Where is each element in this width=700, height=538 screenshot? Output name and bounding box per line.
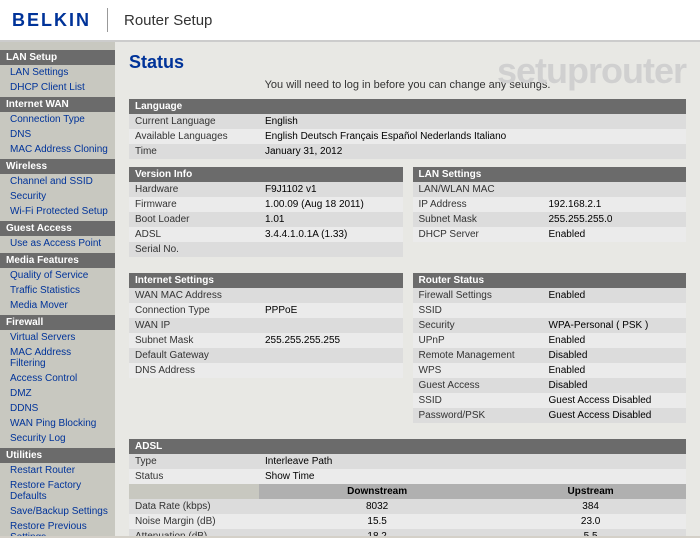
table-row: UPnPEnabled: [413, 333, 687, 348]
brand-logo: BELKIN: [12, 10, 91, 31]
header-divider: [107, 8, 108, 32]
table-row: Subnet Mask255.255.255.0: [413, 212, 687, 227]
section-table: Internet SettingsWAN MAC AddressConnecti…: [129, 273, 403, 378]
sidebar-item[interactable]: Security: [0, 189, 115, 204]
sidebar-section-header: Utilities: [0, 448, 115, 463]
table-row: SecurityWPA-Personal ( PSK ): [413, 318, 687, 333]
sidebar-item[interactable]: DDNS: [0, 401, 115, 416]
sidebar-section-header: Firewall: [0, 315, 115, 330]
header: BELKIN Router Setup: [0, 0, 700, 42]
sidebar-section-header: Internet WAN: [0, 97, 115, 112]
sidebar-item[interactable]: DMZ: [0, 386, 115, 401]
sidebar-item[interactable]: Media Mover: [0, 298, 115, 313]
table-row: TimeJanuary 31, 2012: [129, 144, 686, 159]
version-div: Version InfoHardwareF9J1102 v1Firmware1.…: [129, 167, 403, 265]
login-notice: You will need to log in before you can c…: [129, 79, 686, 91]
table-row: Boot Loader1.01: [129, 212, 403, 227]
table-row: DNS Address: [129, 363, 403, 378]
table-row: Firewall SettingsEnabled: [413, 288, 687, 303]
internet-router-row: Internet SettingsWAN MAC AddressConnecti…: [129, 273, 686, 431]
page-title: Router Setup: [124, 12, 212, 29]
table-row: Attenuation (dB) 18.2 5.5: [129, 529, 686, 536]
sidebar-item[interactable]: Restart Router: [0, 463, 115, 478]
table-row: DHCP ServerEnabled: [413, 227, 687, 242]
table-row: HardwareF9J1102 v1: [129, 182, 403, 197]
sidebar-item[interactable]: Traffic Statistics: [0, 283, 115, 298]
sidebar-item[interactable]: Wi-Fi Protected Setup: [0, 204, 115, 219]
sidebar-item[interactable]: Channel and SSID: [0, 174, 115, 189]
sidebar-item[interactable]: DNS: [0, 127, 115, 142]
adsl-header-row: ADSL: [129, 439, 686, 454]
table-row: Default Gateway: [129, 348, 403, 363]
table-header-row: LAN Settings: [413, 167, 687, 182]
table-row: Guest AccessDisabled: [413, 378, 687, 393]
table-row: WAN MAC Address: [129, 288, 403, 303]
lan-div: LAN SettingsLAN/WLAN MACIP Address192.16…: [413, 167, 687, 265]
table-row: SSIDGuest Access Disabled: [413, 393, 687, 408]
sidebar-item[interactable]: Restore Previous Settings: [0, 519, 115, 536]
table-row: Serial No.: [129, 242, 403, 257]
adsl-table: ADSLTypeInterleave PathStatusShow Time D…: [129, 439, 686, 536]
sidebar-section-header: Guest Access: [0, 221, 115, 236]
table-row: ADSL3.4.4.1.0.1A (1.33): [129, 227, 403, 242]
table-row: IP Address192.168.2.1: [413, 197, 687, 212]
sidebar-item[interactable]: DHCP Client List: [0, 80, 115, 95]
layout: LAN SetupLAN SettingsDHCP Client ListInt…: [0, 42, 700, 536]
table-row: Current LanguageEnglish: [129, 114, 686, 129]
table-header-row: Internet Settings: [129, 273, 403, 288]
sidebar-item[interactable]: MAC Address Filtering: [0, 345, 115, 371]
table-row: Data Rate (kbps) 8032 384: [129, 499, 686, 514]
sidebar-item[interactable]: WAN Ping Blocking: [0, 416, 115, 431]
table-row: Remote ManagementDisabled: [413, 348, 687, 363]
sidebar: LAN SetupLAN SettingsDHCP Client List Int…: [0, 42, 115, 536]
sidebar-section-header: Media Features: [0, 253, 115, 268]
table-row: Available LanguagesEnglish Deutsch Franç…: [129, 129, 686, 144]
sidebar-item[interactable]: Restore Factory Defaults: [0, 478, 115, 504]
section-table: Router StatusFirewall SettingsEnabledSSI…: [413, 273, 687, 423]
sidebar-section-header: LAN Setup: [0, 50, 115, 65]
table-row: Subnet Mask255.255.255.255: [129, 333, 403, 348]
sidebar-item[interactable]: Access Control: [0, 371, 115, 386]
section-table: LAN SettingsLAN/WLAN MACIP Address192.16…: [413, 167, 687, 242]
table-row: Noise Margin (dB) 15.5 23.0: [129, 514, 686, 529]
sidebar-item[interactable]: Quality of Service: [0, 268, 115, 283]
table-row: Connection TypePPPoE: [129, 303, 403, 318]
table-row: Password/PSKGuest Access Disabled: [413, 408, 687, 423]
status-title-area: Status setuprouter: [129, 52, 686, 73]
table-row: LAN/WLAN MAC: [413, 182, 687, 197]
table-row: WAN IP: [129, 318, 403, 333]
sidebar-item[interactable]: Use as Access Point: [0, 236, 115, 251]
table-row: Firmware1.00.09 (Aug 18 2011): [129, 197, 403, 212]
table-row: SSID: [413, 303, 687, 318]
sidebar-item[interactable]: LAN Settings: [0, 65, 115, 80]
router-status-div: Router StatusFirewall SettingsEnabledSSI…: [413, 273, 687, 431]
internet-div: Internet SettingsWAN MAC AddressConnecti…: [129, 273, 403, 431]
sidebar-item[interactable]: Connection Type: [0, 112, 115, 127]
sidebar-item[interactable]: Save/Backup Settings: [0, 504, 115, 519]
sidebar-item[interactable]: Virtual Servers: [0, 330, 115, 345]
sidebar-item[interactable]: Security Log: [0, 431, 115, 446]
sidebar-section-header: Wireless: [0, 159, 115, 174]
section-table: Version InfoHardwareF9J1102 v1Firmware1.…: [129, 167, 403, 257]
table-header-row: Version Info: [129, 167, 403, 182]
status-title: Status: [129, 52, 184, 72]
adsl-subheader-row: Downstream Upstream: [129, 484, 686, 499]
section-table: LanguageCurrent LanguageEnglishAvailable…: [129, 99, 686, 159]
table-row: StatusShow Time: [129, 469, 686, 484]
table-header-row: Router Status: [413, 273, 687, 288]
main-content: Status setuprouter You will need to log …: [115, 42, 700, 536]
table-row: TypeInterleave Path: [129, 454, 686, 469]
table-row: WPSEnabled: [413, 363, 687, 378]
table-header-row: Language: [129, 99, 686, 114]
sidebar-item[interactable]: MAC Address Cloning: [0, 142, 115, 157]
version-lan-row: Version InfoHardwareF9J1102 v1Firmware1.…: [129, 167, 686, 265]
